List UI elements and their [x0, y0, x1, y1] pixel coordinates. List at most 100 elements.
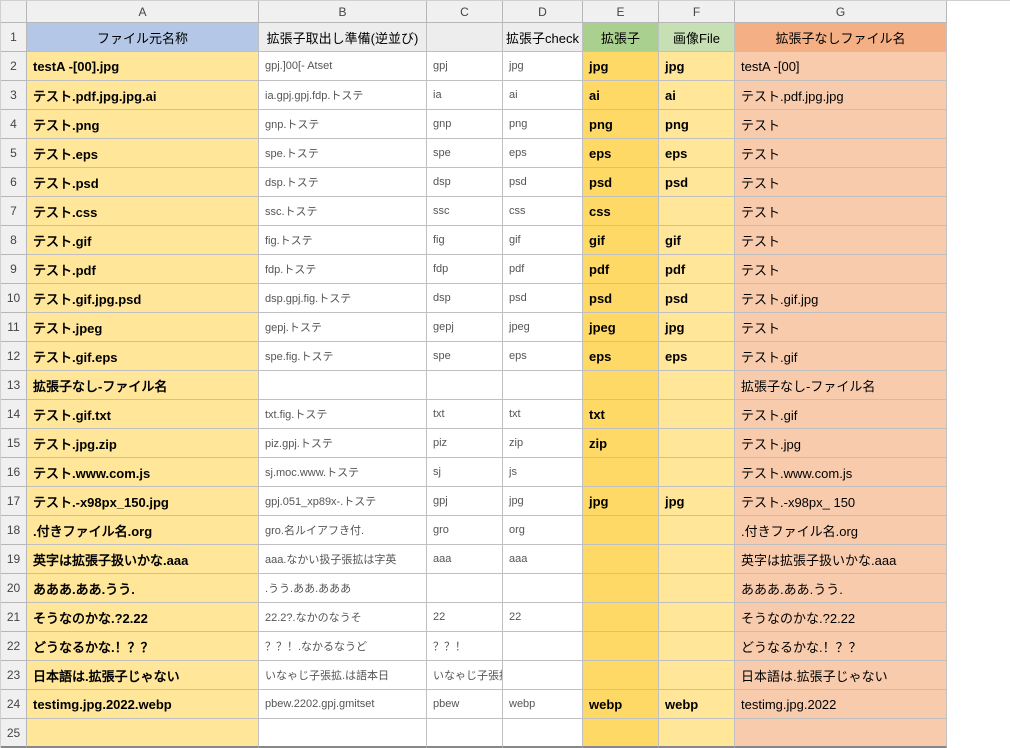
cell-F11[interactable]: jpg — [659, 313, 735, 342]
cell-B24[interactable]: pbew.2202.gpj.gmitset — [259, 690, 427, 719]
cell-A14[interactable]: テスト.gif.txt — [27, 400, 259, 429]
cell-F22[interactable] — [659, 632, 735, 661]
select-all-corner[interactable] — [1, 1, 27, 23]
cell-C23[interactable]: いなゃじ子張拡 — [427, 661, 503, 690]
header-cell-D[interactable]: 拡張子check — [503, 23, 583, 52]
cell-D5[interactable]: eps — [503, 139, 583, 168]
cell-F15[interactable] — [659, 429, 735, 458]
cell-B4[interactable]: gnp.トステ — [259, 110, 427, 139]
cell-A4[interactable]: テスト.png — [27, 110, 259, 139]
cell-E25[interactable] — [583, 719, 659, 748]
column-header-G[interactable]: G — [735, 1, 947, 23]
cell-B14[interactable]: txt.fig.トステ — [259, 400, 427, 429]
cell-B12[interactable]: spe.fig.トステ — [259, 342, 427, 371]
cell-B25[interactable] — [259, 719, 427, 748]
cell-B15[interactable]: piz.gpj.トステ — [259, 429, 427, 458]
cell-A13[interactable]: 拡張子なし-ファイル名 — [27, 371, 259, 400]
cell-C17[interactable]: gpj — [427, 487, 503, 516]
cell-F7[interactable] — [659, 197, 735, 226]
cell-D7[interactable]: css — [503, 197, 583, 226]
cell-B6[interactable]: dsp.トステ — [259, 168, 427, 197]
column-header-A[interactable]: A — [27, 1, 259, 23]
spreadsheet-grid[interactable]: ABCDEFG1ファイル元名称拡張子取出し準備(逆並び)拡張子check拡張子画… — [0, 0, 1010, 748]
cell-A5[interactable]: テスト.eps — [27, 139, 259, 168]
cell-C15[interactable]: piz — [427, 429, 503, 458]
column-header-D[interactable]: D — [503, 1, 583, 23]
cell-G24[interactable]: testimg.jpg.2022 — [735, 690, 947, 719]
cell-G22[interactable]: どうなるかな.！？？ — [735, 632, 947, 661]
cell-G14[interactable]: テスト.gif — [735, 400, 947, 429]
cell-B19[interactable]: aaa.なかい扱子張拡は字英 — [259, 545, 427, 574]
cell-A9[interactable]: テスト.pdf — [27, 255, 259, 284]
cell-B10[interactable]: dsp.gpj.fig.トステ — [259, 284, 427, 313]
cell-E14[interactable]: txt — [583, 400, 659, 429]
cell-C16[interactable]: sj — [427, 458, 503, 487]
cell-F21[interactable] — [659, 603, 735, 632]
cell-B3[interactable]: ia.gpj.gpj.fdp.トステ — [259, 81, 427, 110]
cell-D14[interactable]: txt — [503, 400, 583, 429]
row-header-11[interactable]: 11 — [1, 313, 27, 342]
cell-C4[interactable]: gnp — [427, 110, 503, 139]
cell-G19[interactable]: 英字は拡張子扱いかな.aaa — [735, 545, 947, 574]
cell-D21[interactable]: 22 — [503, 603, 583, 632]
cell-A20[interactable]: あああ.ああ.うう. — [27, 574, 259, 603]
cell-D20[interactable] — [503, 574, 583, 603]
cell-F20[interactable] — [659, 574, 735, 603]
cell-G13[interactable]: 拡張子なし-ファイル名 — [735, 371, 947, 400]
cell-A23[interactable]: 日本語は.拡張子じゃない — [27, 661, 259, 690]
cell-C18[interactable]: gro — [427, 516, 503, 545]
cell-E20[interactable] — [583, 574, 659, 603]
cell-C19[interactable]: aaa — [427, 545, 503, 574]
cell-C12[interactable]: spe — [427, 342, 503, 371]
column-header-F[interactable]: F — [659, 1, 735, 23]
cell-B17[interactable]: gpj.051_xp89x-.トステ — [259, 487, 427, 516]
cell-G23[interactable]: 日本語は.拡張子じゃない — [735, 661, 947, 690]
cell-G4[interactable]: テスト — [735, 110, 947, 139]
cell-B18[interactable]: gro.名ルイアフき付. — [259, 516, 427, 545]
row-header-13[interactable]: 13 — [1, 371, 27, 400]
row-header-12[interactable]: 12 — [1, 342, 27, 371]
cell-B5[interactable]: spe.トステ — [259, 139, 427, 168]
cell-B8[interactable]: fig.トステ — [259, 226, 427, 255]
row-header-15[interactable]: 15 — [1, 429, 27, 458]
row-header-19[interactable]: 19 — [1, 545, 27, 574]
row-header-2[interactable]: 2 — [1, 52, 27, 81]
cell-E23[interactable] — [583, 661, 659, 690]
header-cell-G[interactable]: 拡張子なしファイル名 — [735, 23, 947, 52]
row-header-14[interactable]: 14 — [1, 400, 27, 429]
cell-B7[interactable]: ssc.トステ — [259, 197, 427, 226]
cell-C6[interactable]: dsp — [427, 168, 503, 197]
cell-D13[interactable] — [503, 371, 583, 400]
cell-G25[interactable] — [735, 719, 947, 748]
cell-A2[interactable]: testA -[00].jpg — [27, 52, 259, 81]
cell-F14[interactable] — [659, 400, 735, 429]
cell-D16[interactable]: js — [503, 458, 583, 487]
row-header-5[interactable]: 5 — [1, 139, 27, 168]
cell-F16[interactable] — [659, 458, 735, 487]
column-header-E[interactable]: E — [583, 1, 659, 23]
cell-D3[interactable]: ai — [503, 81, 583, 110]
cell-F13[interactable] — [659, 371, 735, 400]
cell-E17[interactable]: jpg — [583, 487, 659, 516]
cell-F17[interactable]: jpg — [659, 487, 735, 516]
cell-E11[interactable]: jpeg — [583, 313, 659, 342]
cell-E2[interactable]: jpg — [583, 52, 659, 81]
cell-A18[interactable]: .付きファイル名.org — [27, 516, 259, 545]
cell-F10[interactable]: psd — [659, 284, 735, 313]
column-header-C[interactable]: C — [427, 1, 503, 23]
cell-F6[interactable]: psd — [659, 168, 735, 197]
cell-A6[interactable]: テスト.psd — [27, 168, 259, 197]
cell-C22[interactable]: ？？！ — [427, 632, 503, 661]
cell-G12[interactable]: テスト.gif — [735, 342, 947, 371]
cell-D19[interactable]: aaa — [503, 545, 583, 574]
cell-E5[interactable]: eps — [583, 139, 659, 168]
cell-A11[interactable]: テスト.jpeg — [27, 313, 259, 342]
cell-A21[interactable]: そうなのかな.?2.22 — [27, 603, 259, 632]
cell-B13[interactable] — [259, 371, 427, 400]
cell-E4[interactable]: png — [583, 110, 659, 139]
row-header-20[interactable]: 20 — [1, 574, 27, 603]
row-header-18[interactable]: 18 — [1, 516, 27, 545]
cell-D8[interactable]: gif — [503, 226, 583, 255]
cell-F9[interactable]: pdf — [659, 255, 735, 284]
cell-C10[interactable]: dsp — [427, 284, 503, 313]
